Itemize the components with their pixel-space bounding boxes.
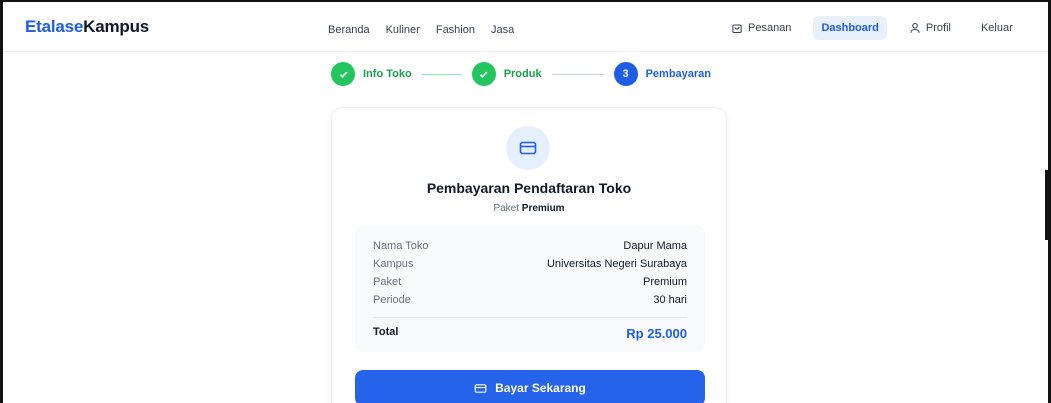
scrollbar[interactable] [1045,170,1048,240]
dashboard-label: Dashboard [821,22,879,34]
summary-row: Paket Premium [373,276,687,294]
pay-now-button[interactable]: Bayar Sekarang [355,370,705,403]
check-icon [331,62,355,86]
user-icon [910,22,920,33]
credit-card-icon [474,383,487,393]
pesanan-button[interactable]: Pesanan [723,16,799,40]
step-label: Info Toko [363,68,412,80]
app-window: EtalaseKampus Beranda Kuliner Fashion Ja… [0,0,1051,403]
dashboard-button[interactable]: Dashboard [813,16,887,40]
nav-link-kuliner[interactable]: Kuliner [386,24,420,36]
step-connector [421,73,462,75]
check-icon [471,62,496,86]
nav-link-fashion[interactable]: Fashion [436,24,475,36]
profil-label: Profil [925,22,951,34]
summary-row: Periode 30 hari [373,294,687,312]
total-value: Rp 25.000 [626,326,687,341]
keluar-button[interactable]: Keluar [973,16,1021,40]
package-name: Premium [521,203,565,214]
payment-card: Pembayaran Pendaftaran Toko Paket Premiu… [331,107,727,403]
step-label: Pembayaran [645,68,712,80]
profil-button[interactable]: Profil [901,16,959,40]
step-connector [551,73,604,75]
progress-stepper: Info Toko Produk 3 Pembayaran [331,62,711,86]
nav-links: Beranda Kuliner Fashion Jasa [328,24,530,36]
step-pembayaran: 3 Pembayaran [613,62,712,86]
summary-key: Kampus [373,258,414,270]
brand-part1: Etalase [25,17,84,36]
total-label: Total [373,326,399,338]
summary-value: Universitas Negeri Surabaya [546,258,687,270]
card-subtitle: Paket Premium [332,203,726,214]
pay-now-label: Bayar Sekarang [495,381,586,395]
summary-value: Dapur Mama [623,240,687,252]
summary-row: Kampus Universitas Negeri Surabaya [373,258,687,276]
shopping-bag-icon [732,24,742,34]
step-number: 3 [613,62,638,86]
summary-row: Nama Toko Dapur Mama [373,240,687,258]
summary-key: Periode [373,294,411,306]
package-prefix: Paket [493,203,519,214]
nav-actions: Pesanan Dashboard Profil Keluar [723,16,1021,40]
brand-logo[interactable]: EtalaseKampus [25,17,149,37]
step-produk: Produk [471,62,542,86]
navbar: EtalaseKampus Beranda Kuliner Fashion Ja… [3,2,1048,52]
nav-link-beranda[interactable]: Beranda [328,24,370,36]
keluar-label: Keluar [980,22,1013,34]
step-label: Produk [503,68,542,80]
order-summary: Nama Toko Dapur Mama Kampus Universitas … [355,226,705,352]
step-info-toko: Info Toko [331,62,412,86]
brand-part2: Kampus [83,17,150,36]
summary-value: Premium [642,276,687,288]
summary-key: Paket [373,276,402,288]
summary-divider [373,317,687,318]
summary-key: Nama Toko [373,240,429,252]
summary-value: 30 hari [653,294,687,306]
card-title: Pembayaran Pendaftaran Toko [426,180,632,196]
nav-link-jasa[interactable]: Jasa [491,24,514,36]
credit-card-icon [506,126,550,170]
pesanan-label: Pesanan [748,22,792,34]
total-row: Total Rp 25.000 [373,326,687,344]
